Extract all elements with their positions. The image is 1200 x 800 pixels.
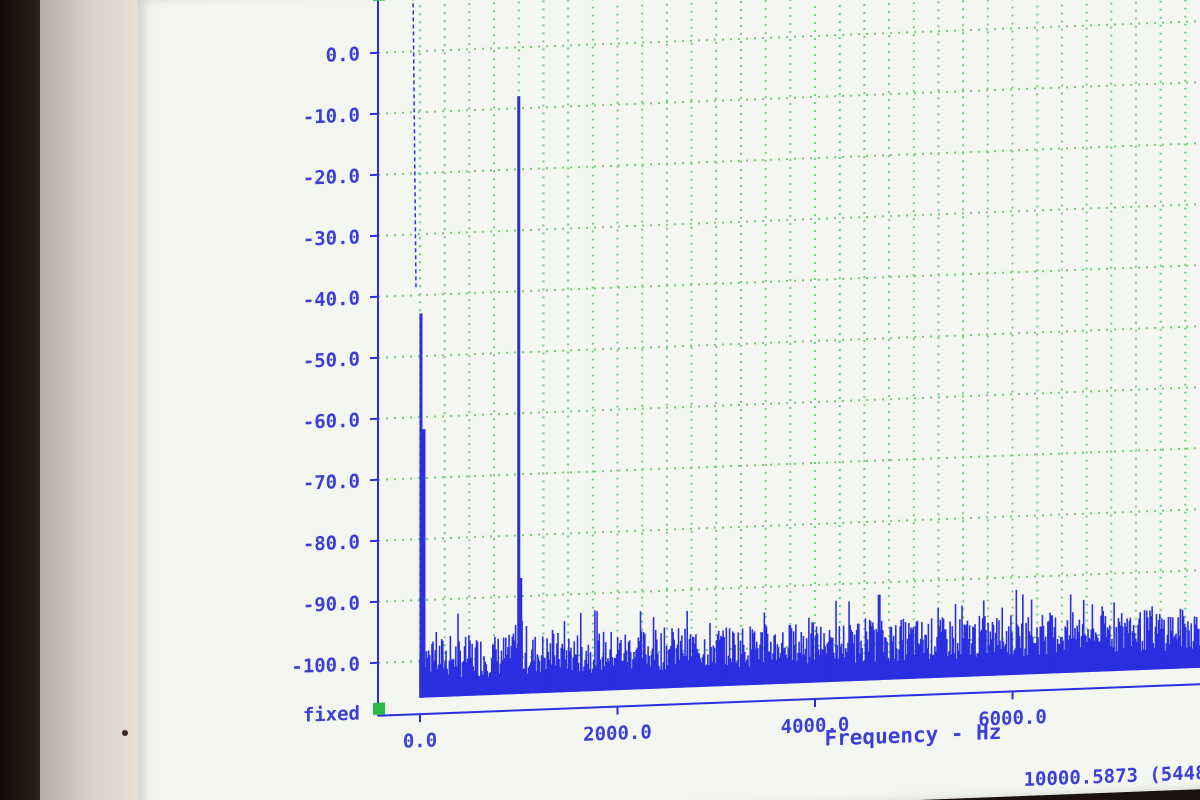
y-tick-label: -100.0 [291, 653, 360, 678]
status-readout: 10000.5873 (5448) [1024, 762, 1200, 791]
y-tick-label: -80.0 [303, 531, 360, 555]
bottom-marker [373, 702, 385, 715]
x-tick-label: 0.0 [403, 730, 437, 753]
y-tick-label: -50.0 [303, 348, 360, 372]
y-tick-label: -40.0 [303, 287, 360, 311]
grid-line-h [378, 507, 1200, 542]
x-axis-title: Frequency - Hz [825, 720, 1002, 751]
grid-line-h [378, 385, 1200, 420]
y-tick-label: -30.0 [303, 226, 360, 250]
x-tick-label: 2000.0 [583, 721, 652, 746]
y-tick-label: -90.0 [303, 592, 360, 616]
y-tick-label: -20.0 [303, 165, 360, 189]
photo-stage: 0.0 -10.0 -20.0 -30.0 -40.0 -50.0 -60.0 -70.0 -8… [0, 0, 1200, 800]
y-tick-label: 0.0 [326, 43, 360, 66]
spectrum-trace [419, 96, 1200, 698]
cursor-line [412, 0, 417, 290]
grid-line-h [378, 568, 1200, 603]
y-tick-labels: 0.0 -10.0 -20.0 -30.0 -40.0 -50.0 -60.0 -70.0 -8… [291, 43, 378, 678]
y-tick-label: -10.0 [303, 104, 360, 128]
grid-line-h [378, 446, 1200, 481]
chart-grid [378, 0, 1200, 690]
grid-line-h [378, 141, 1200, 176]
monitor-screen: 0.0 -10.0 -20.0 -30.0 -40.0 -50.0 -60.0 -70.0 -8… [138, 0, 1200, 800]
grid-line-h [378, 202, 1200, 237]
grid-line-h [378, 19, 1200, 54]
grid-line-h [378, 80, 1200, 115]
bezel-screw [122, 730, 128, 736]
y-scale-mode-label: fixed [303, 702, 360, 726]
chart-axes [373, 0, 1200, 717]
grid-line-h [378, 324, 1200, 359]
y-tick-label: -60.0 [303, 409, 360, 433]
y-tick-label: -70.0 [303, 470, 360, 494]
grid-line-h [378, 263, 1200, 298]
spectrum-chart: 0.0 -10.0 -20.0 -30.0 -40.0 -50.0 -60.0 -70.0 -8… [291, 0, 1200, 791]
